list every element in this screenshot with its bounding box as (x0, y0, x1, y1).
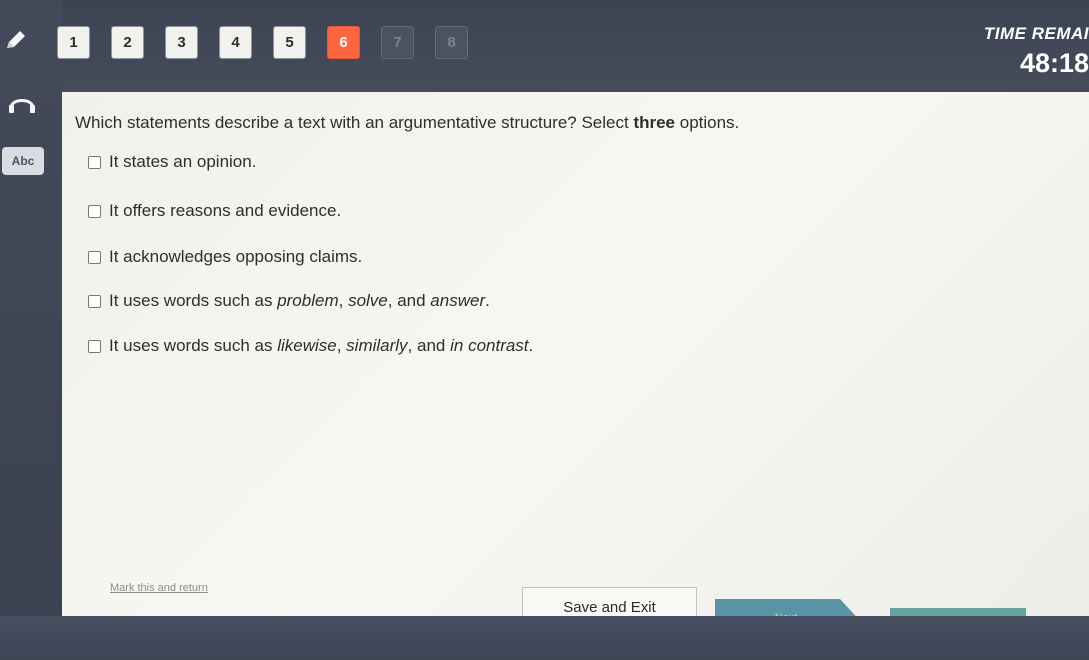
time-remaining-value: 48:18 (1019, 48, 1089, 78)
option-4-italic-1: problem (277, 291, 339, 310)
page-3-button[interactable]: 3 (165, 25, 198, 59)
option-5-italic-1: likewise (277, 336, 337, 355)
option-5-text: It uses words such as likewise, similarl… (109, 336, 533, 356)
option-4-checkbox[interactable] (88, 294, 101, 308)
headphones-icon (9, 99, 35, 113)
question-pager: 1 2 3 4 5 6 7 8 (57, 22, 468, 62)
question-emphasis: three (633, 113, 676, 132)
option-4-italic-3: answer (430, 291, 486, 310)
mark-this-and-return-link[interactable]: Mark this and return (110, 582, 208, 594)
option-5-text-after: . (528, 336, 534, 355)
option-5-italic-3: in contrast (450, 336, 529, 355)
option-2-text: It offers reasons and evidence. (109, 201, 342, 220)
option-5-middle-2: , and (407, 336, 451, 355)
option-3[interactable]: It acknowledges opposing claims. (88, 245, 362, 269)
page-5-button[interactable]: 5 (273, 25, 306, 59)
page-8-button[interactable]: 8 (435, 25, 468, 59)
question-prefix: Which statements describe a text with an… (75, 113, 634, 132)
page-2-button[interactable]: 2 (111, 25, 144, 59)
option-2[interactable]: It offers reasons and evidence. (88, 199, 341, 223)
option-4-italic-2: solve (348, 291, 388, 310)
option-5-checkbox[interactable] (88, 339, 101, 353)
pencil-icon (7, 31, 25, 48)
page-6-button[interactable]: 6 (327, 25, 360, 59)
option-5-italic-2: similarly (346, 336, 408, 355)
reference-tool[interactable]: Abc (2, 147, 44, 175)
option-3-checkbox[interactable] (88, 250, 101, 264)
option-2-checkbox[interactable] (88, 204, 101, 218)
option-1-checkbox[interactable] (88, 155, 101, 169)
option-4-text-before: It uses words such as (109, 291, 278, 310)
abc-icon: Abc (11, 154, 35, 168)
option-5-middle-1: , (336, 336, 347, 355)
option-1-text: It states an opinion. (109, 152, 257, 171)
option-4-middle-1: , (338, 291, 349, 310)
page-4-button[interactable]: 4 (219, 25, 252, 59)
page-1-button[interactable]: 1 (57, 25, 90, 59)
audio-tool[interactable] (5, 90, 39, 114)
question-suffix: options. (675, 113, 740, 132)
time-remaining-label: TIME REMAI (983, 24, 1089, 43)
option-4[interactable]: It uses words such as problem, solve, an… (88, 289, 490, 313)
option-5-text-before: It uses words such as (109, 336, 278, 355)
option-1[interactable]: It states an opinion. (88, 150, 256, 174)
option-3-text: It acknowledges opposing claims. (109, 247, 363, 266)
option-4-text-after: . (485, 291, 490, 310)
page-7-button[interactable]: 7 (381, 25, 414, 59)
pencil-tool[interactable] (4, 28, 28, 52)
option-4-middle-2: , and (387, 291, 431, 310)
option-4-text: It uses words such as problem, solve, an… (109, 291, 490, 311)
bottom-strip (0, 616, 1089, 660)
question-prompt: Which statements describe a text with an… (75, 113, 739, 133)
option-5[interactable]: It uses words such as likewise, similarl… (88, 334, 533, 358)
timer: TIME REMAI 48:18 (960, 24, 1089, 79)
